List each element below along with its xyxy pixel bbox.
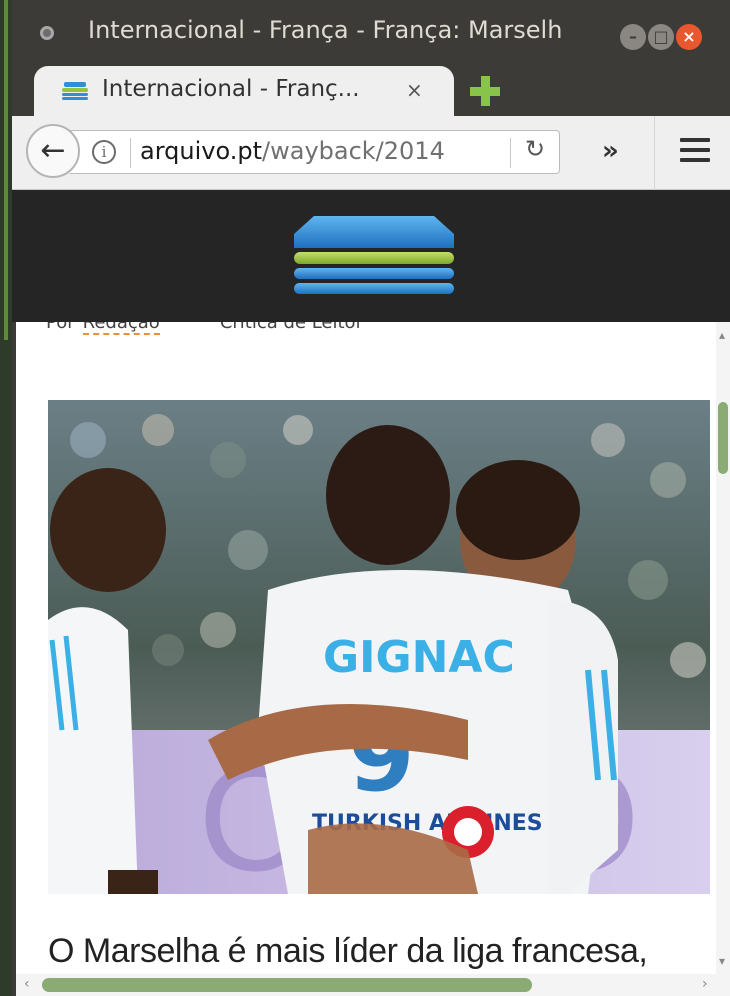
vertical-scroll-thumb[interactable] — [718, 402, 728, 474]
site-header — [12, 190, 730, 322]
overflow-menu-icon[interactable]: » — [602, 136, 619, 166]
url-host: arquivo.pt — [140, 137, 263, 165]
minimize-icon: – — [629, 27, 637, 46]
horizontal-scrollbar[interactable]: ‹ › — [16, 974, 730, 996]
back-arrow-icon: ← — [40, 133, 66, 168]
scroll-left-icon[interactable]: ‹ — [24, 976, 30, 992]
reload-icon[interactable]: ↻ — [525, 135, 545, 163]
scroll-right-icon[interactable]: › — [702, 976, 708, 992]
app-icon — [40, 26, 54, 40]
jersey-name-text: GIGNAC — [323, 632, 515, 683]
browser-window: Internacional - França - França: Marselh… — [0, 0, 730, 996]
tab-title: Internacional - Franç... — [102, 76, 360, 102]
new-tab-button[interactable] — [470, 76, 500, 106]
site-favicon-icon — [62, 82, 88, 100]
title-bar: Internacional - França - França: Marselh… — [12, 0, 730, 62]
maximize-button[interactable]: □ — [648, 24, 674, 50]
close-window-button[interactable]: × — [676, 24, 702, 50]
hamburger-menu-icon[interactable] — [680, 138, 710, 162]
info-icon[interactable]: i — [92, 140, 116, 164]
maximize-icon: □ — [653, 27, 669, 46]
url-text[interactable]: arquivo.pt/wayback/2014 — [140, 137, 445, 165]
article-photo[interactable]: CAGO GIGNAC 9 TURKISH AIRLINES — [48, 400, 710, 894]
url-bar[interactable]: i arquivo.pt/wayback/2014 ↻ — [70, 130, 560, 174]
url-path: /wayback/2014 — [262, 137, 445, 165]
horizontal-scroll-thumb[interactable] — [42, 978, 532, 992]
tab-close-icon[interactable]: × — [406, 78, 423, 102]
page-content[interactable]: Por Redação Crítica de Leitor GIGNAC 9 T… — [16, 322, 716, 974]
navigation-bar: i arquivo.pt/wayback/2014 ↻ ← » — [12, 116, 730, 190]
back-button[interactable]: ← — [26, 124, 80, 178]
byline-meta: Crítica de Leitor — [219, 322, 363, 333]
minimize-button[interactable]: – — [620, 24, 646, 50]
scroll-up-icon[interactable]: ▴ — [719, 328, 725, 342]
window-title: Internacional - França - França: Marselh — [88, 16, 563, 44]
byline-author-link[interactable]: Redação — [82, 322, 160, 335]
close-icon: × — [682, 27, 696, 46]
desktop-edge — [0, 0, 12, 996]
vertical-scrollbar[interactable]: ▴ ▾ — [716, 322, 730, 974]
scroll-down-icon[interactable]: ▾ — [719, 954, 725, 968]
tab-bar: Internacional - Franç... × — [12, 62, 730, 116]
article-byline: Por Redação Crítica de Leitor — [46, 322, 363, 335]
site-logo-icon[interactable] — [292, 212, 456, 302]
article-headline: O Marselha é mais líder da liga francesa… — [48, 932, 648, 970]
browser-tab[interactable]: Internacional - Franç... × — [34, 66, 454, 116]
